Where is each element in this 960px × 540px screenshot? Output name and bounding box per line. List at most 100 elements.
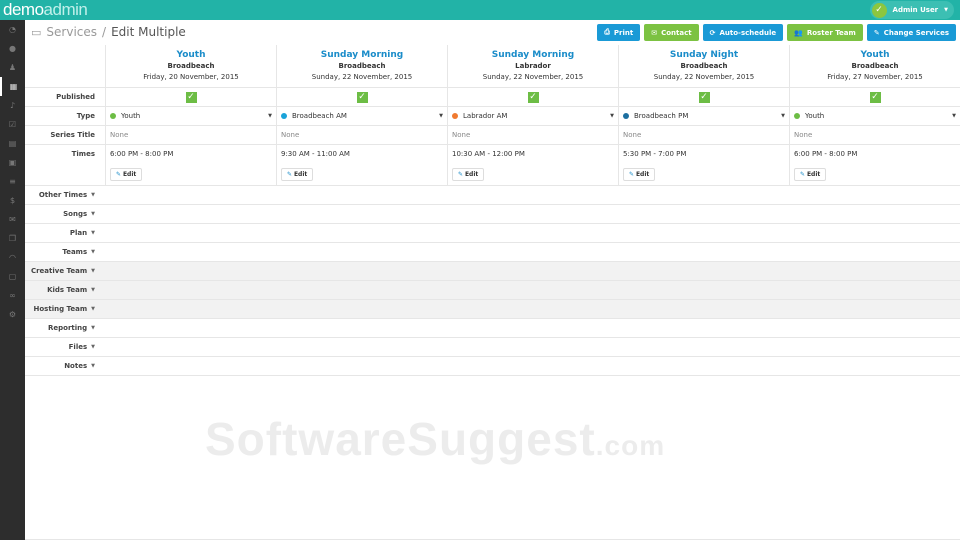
user-icon[interactable]: ●: [0, 39, 25, 58]
section-row[interactable]: Creative Team ▼: [25, 262, 960, 281]
section-toggle[interactable]: Reporting ▼: [25, 319, 105, 337]
section-row[interactable]: Songs ▼: [25, 205, 960, 224]
edit-times-button[interactable]: ✎ Edit: [110, 168, 143, 181]
published-checkbox[interactable]: ✓: [527, 91, 539, 103]
section-row[interactable]: Kids Team ▼: [25, 281, 960, 300]
service-location: Broadbeach: [680, 61, 728, 70]
section-row[interactable]: Teams ▼: [25, 243, 960, 262]
edit-label: Edit: [293, 171, 308, 178]
section-toggle[interactable]: Creative Team ▼: [25, 262, 105, 280]
series-title-field[interactable]: None: [618, 126, 789, 144]
envelope-icon: ✉: [651, 28, 658, 37]
logo[interactable]: demoadmin: [3, 0, 88, 20]
mail-icon[interactable]: ✉: [0, 210, 25, 229]
service-location: Broadbeach: [167, 61, 215, 70]
type-select[interactable]: Labrador AM ▼: [447, 107, 618, 125]
settings-icon[interactable]: ⚙: [0, 305, 25, 324]
section-row[interactable]: Hosting Team ▼: [25, 300, 960, 319]
section-label: Plan: [69, 229, 88, 237]
section-toggle[interactable]: Files ▼: [25, 338, 105, 356]
sidebar: ◔ ● ♟ ▦ ♪ ☑ ▤ ▣ ≡ $ ✉ ❐ ◠ ▢ ∞ ⚙: [0, 20, 25, 540]
service-title[interactable]: Sunday Night: [670, 50, 738, 61]
breadcrumb-services[interactable]: Services: [46, 25, 97, 39]
user-menu[interactable]: ✓ Admin User ▼: [869, 1, 954, 19]
print-button[interactable]: ⎙ Print: [597, 24, 641, 41]
auto-schedule-button[interactable]: ⟳ Auto-schedule: [702, 24, 784, 41]
section-toggle[interactable]: Plan ▼: [25, 224, 105, 242]
published-checkbox[interactable]: ✓: [356, 91, 368, 103]
pencil-icon: ✎: [458, 171, 464, 178]
copy-icon[interactable]: ❐: [0, 229, 25, 248]
section-row[interactable]: Other Times ▼: [25, 186, 960, 205]
section-row[interactable]: Notes ▼: [25, 357, 960, 376]
published-checkbox[interactable]: ✓: [185, 91, 197, 103]
document-icon[interactable]: ▤: [0, 134, 25, 153]
service-title[interactable]: Youth: [861, 50, 890, 61]
series-title-field[interactable]: None: [276, 126, 447, 144]
contact-button[interactable]: ✉ Contact: [644, 24, 699, 41]
music-icon[interactable]: ♪: [0, 96, 25, 115]
checkbox-icon[interactable]: ☑: [0, 115, 25, 134]
section-toggle[interactable]: Hosting Team ▼: [25, 300, 105, 318]
calendar-icon: ▭: [31, 25, 42, 39]
times-label: Times: [71, 150, 95, 158]
series-title-field[interactable]: None: [789, 126, 960, 144]
times-value: 10:30 AM - 12:00 PM: [452, 150, 525, 158]
event-icon[interactable]: ▣: [0, 153, 25, 172]
section-row[interactable]: Reporting ▼: [25, 319, 960, 338]
edit-times-button[interactable]: ✎ Edit: [623, 168, 656, 181]
section-content: [105, 205, 960, 223]
group-icon[interactable]: ♟: [0, 58, 25, 77]
series-title-field[interactable]: None: [447, 126, 618, 144]
link-icon[interactable]: ∞: [0, 286, 25, 305]
change-services-button[interactable]: ✎ Change Services: [866, 24, 956, 41]
edit-times-button[interactable]: ✎ Edit: [452, 168, 485, 181]
section-toggle[interactable]: Notes ▼: [25, 357, 105, 375]
service-date: Friday, 27 November, 2015: [827, 72, 923, 81]
section-row[interactable]: Files ▼: [25, 338, 960, 357]
published-cell: ✓: [105, 88, 276, 106]
type-select[interactable]: Youth ▼: [105, 107, 276, 125]
logo-text-b: admin: [43, 0, 88, 19]
button-label: Print: [613, 28, 634, 37]
file-icon[interactable]: ▢: [0, 267, 25, 286]
service-date: Sunday, 22 November, 2015: [482, 72, 584, 81]
series-title-field[interactable]: None: [105, 126, 276, 144]
rss-icon[interactable]: ◠: [0, 248, 25, 267]
edit-times-button[interactable]: ✎ Edit: [281, 168, 314, 181]
type-select[interactable]: Broadbeach AM ▼: [276, 107, 447, 125]
caret-down-icon: ▼: [91, 230, 95, 236]
calendar-icon[interactable]: ▦: [0, 77, 25, 96]
section-toggle[interactable]: Teams ▼: [25, 243, 105, 261]
caret-down-icon: ▼: [91, 325, 95, 331]
section-label: Teams: [62, 248, 88, 256]
section-content: [105, 319, 960, 337]
service-title[interactable]: Youth: [177, 50, 206, 61]
roster-team-button[interactable]: 👥 Roster Team: [787, 24, 863, 41]
dashboard-icon[interactable]: ◔: [0, 20, 25, 39]
times-value: 9:30 AM - 11:00 AM: [281, 150, 350, 158]
section-content: [105, 243, 960, 261]
service-title[interactable]: Sunday Morning: [492, 50, 574, 61]
button-label: Roster Team: [806, 28, 856, 37]
type-select[interactable]: Youth ▼: [789, 107, 960, 125]
edit-label: Edit: [122, 171, 137, 178]
type-color-dot: [623, 113, 629, 119]
list-icon[interactable]: ≡: [0, 172, 25, 191]
section-toggle[interactable]: Kids Team ▼: [25, 281, 105, 299]
published-checkbox[interactable]: ✓: [869, 91, 881, 103]
type-select[interactable]: Broadbeach PM ▼: [618, 107, 789, 125]
dollar-icon[interactable]: $: [0, 191, 25, 210]
edit-times-button[interactable]: ✎ Edit: [794, 168, 827, 181]
section-content: [105, 262, 960, 280]
published-checkbox[interactable]: ✓: [698, 91, 710, 103]
chevron-down-icon: ▼: [439, 113, 443, 119]
section-toggle[interactable]: Other Times ▼: [25, 186, 105, 204]
pencil-icon: ✎: [116, 171, 122, 178]
section-toggle[interactable]: Songs ▼: [25, 205, 105, 223]
watermark-suffix: .com: [595, 430, 666, 461]
times-row: Times 6:00 PM - 8:00 PM ✎ Edit 9:30 AM - 11…: [25, 145, 960, 186]
service-title[interactable]: Sunday Morning: [321, 50, 403, 61]
section-row[interactable]: Plan ▼: [25, 224, 960, 243]
type-value: Youth: [805, 112, 825, 120]
